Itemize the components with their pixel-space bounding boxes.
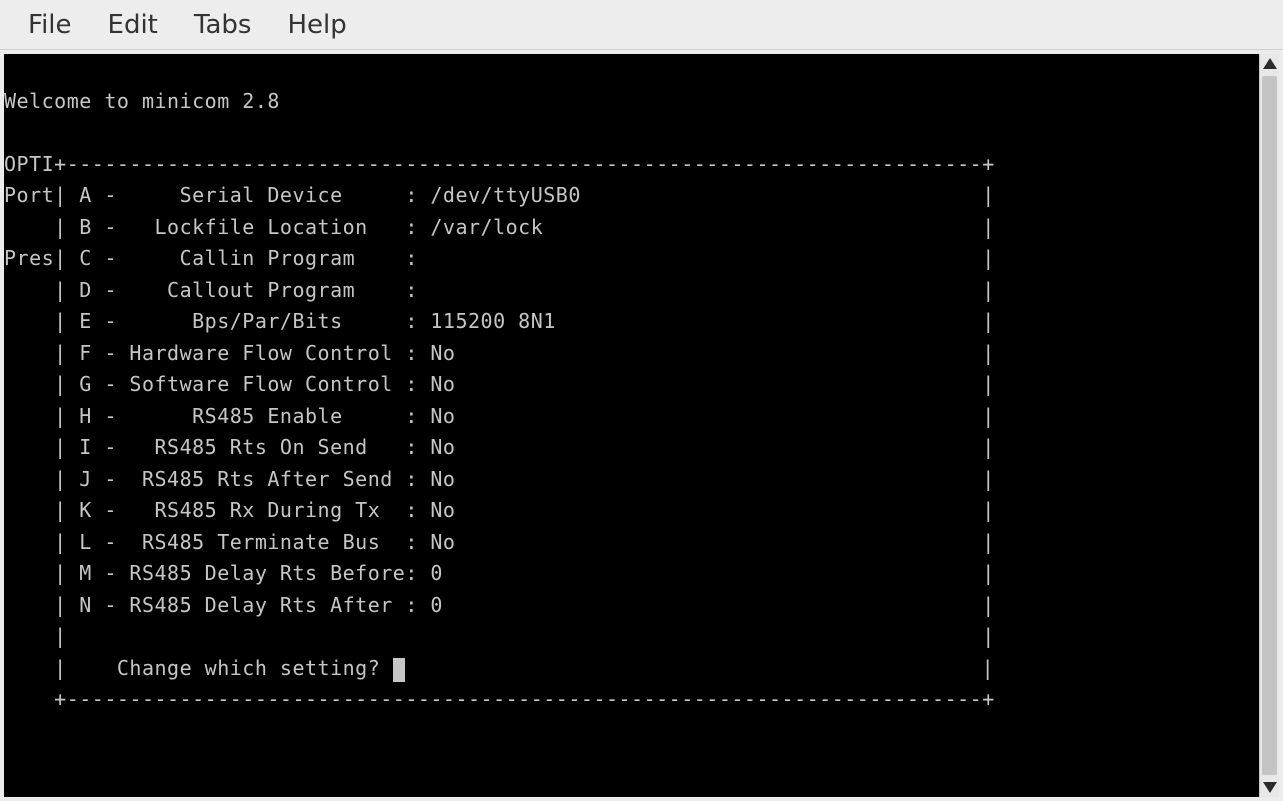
terminal-line: | B - Lockfile Location : /var/lock | — [4, 212, 1259, 244]
terminal-line: | M - RS485 Delay Rts Before: 0 | — [4, 558, 1259, 590]
terminal-line: | J - RS485 Rts After Send : No | — [4, 464, 1259, 496]
content-area: Welcome to minicom 2.8 OPTI+-------------… — [0, 50, 1283, 801]
terminal-line: | E - Bps/Par/Bits : 115200 8N1 | — [4, 306, 1259, 338]
terminal-line: | D - Callout Program : | — [4, 275, 1259, 307]
menu-help[interactable]: Help — [269, 4, 364, 46]
terminal-line: OPTI+-----------------------------------… — [4, 149, 1259, 181]
menu-edit[interactable]: Edit — [90, 4, 176, 46]
scroll-down-icon[interactable] — [1263, 782, 1277, 793]
terminal-line: | K - RS485 Rx During Tx : No | — [4, 495, 1259, 527]
terminal-line: | H - RS485 Enable : No | — [4, 401, 1259, 433]
terminal-line: +---------------------------------------… — [4, 684, 1259, 716]
terminal-line: | | — [4, 621, 1259, 653]
menu-tabs[interactable]: Tabs — [176, 4, 270, 46]
terminal-line: | I - RS485 Rts On Send : No | — [4, 432, 1259, 464]
terminal-line: Pres| C - Callin Program : | — [4, 243, 1259, 275]
scroll-thumb[interactable] — [1262, 76, 1277, 775]
terminal-line — [4, 117, 1259, 149]
terminal-line: | F - Hardware Flow Control : No | — [4, 338, 1259, 370]
cursor — [393, 658, 405, 682]
terminal-line: Welcome to minicom 2.8 — [4, 86, 1259, 118]
scrollbar[interactable] — [1259, 54, 1279, 797]
terminal-line: | L - RS485 Terminate Bus : No | — [4, 527, 1259, 559]
terminal-line — [4, 54, 1259, 86]
app-window: File Edit Tabs Help Welcome to minicom 2… — [0, 0, 1283, 801]
terminal-line: Port| A - Serial Device : /dev/ttyUSB0 | — [4, 180, 1259, 212]
menubar: File Edit Tabs Help — [0, 0, 1283, 50]
terminal-line: | G - Software Flow Control : No | — [4, 369, 1259, 401]
terminal[interactable]: Welcome to minicom 2.8 OPTI+-------------… — [4, 54, 1259, 797]
menu-file[interactable]: File — [10, 4, 90, 46]
terminal-line: | N - RS485 Delay Rts After : 0 | — [4, 590, 1259, 622]
prompt-line[interactable]: | Change which setting? | — [4, 653, 1259, 685]
scroll-up-icon[interactable] — [1263, 58, 1277, 69]
